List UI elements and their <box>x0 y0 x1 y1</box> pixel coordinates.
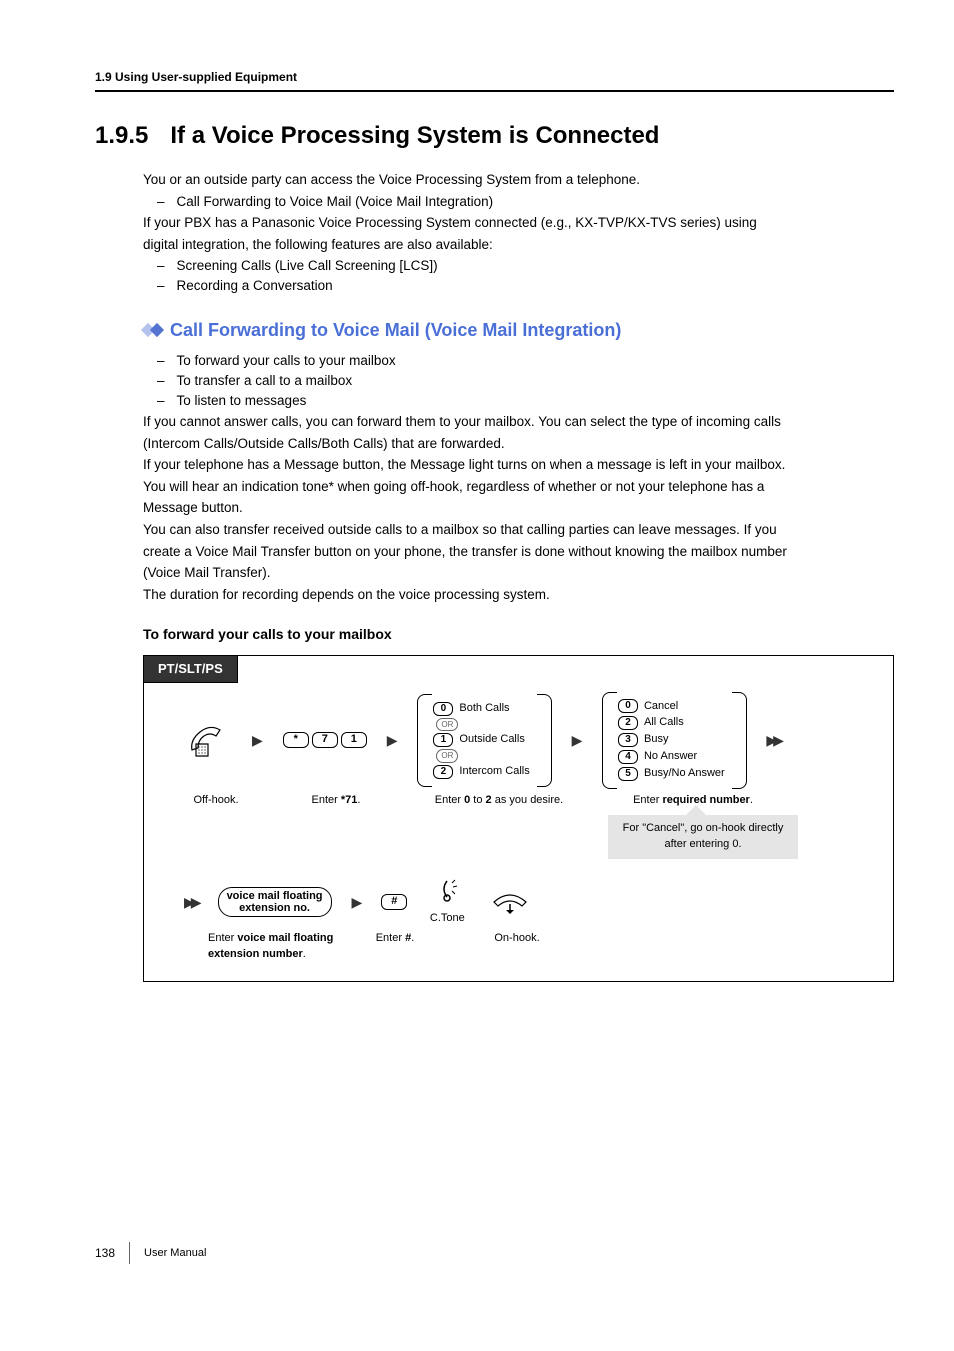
flow-diagram: PT/SLT/PS ▶ * 7 1 ▶ <box>143 655 894 982</box>
arrow-continue-icon: ▶▶ <box>180 892 202 912</box>
page-number: 138 <box>95 1246 115 1260</box>
option-group-fwd-type: 0 Cancel 2 All Calls 3 Busy 4 No Answer 5 Bus… <box>608 692 741 790</box>
key-2: 2 <box>433 765 453 779</box>
arrow-icon: ▶ <box>248 730 267 750</box>
step-caption: Enter *71. <box>282 793 390 859</box>
ctone-icon <box>433 877 461 905</box>
key-hash: # <box>381 894 407 910</box>
section-heading: If a Voice Processing System is Connecte… <box>170 122 659 150</box>
subsection-list-item: To transfer a call to a mailbox <box>143 371 894 391</box>
step-caption: Enter 0 to 2 as you desire. <box>420 793 578 859</box>
option-label: Outside Calls <box>459 732 524 748</box>
key-2: 2 <box>618 716 638 730</box>
vm-extension-input: voice mail floatingextension no. <box>218 887 332 917</box>
phone-onhook-icon <box>490 890 530 914</box>
footer-divider <box>129 1242 130 1264</box>
ctone-label: C.Tone <box>430 911 465 927</box>
arrow-icon: ▶ <box>568 730 587 750</box>
key-0: 0 <box>618 699 638 713</box>
subsection-list-item: To listen to messages <box>143 391 894 411</box>
subsection-list-item: To forward your calls to your mailbox <box>143 351 894 371</box>
key-5: 5 <box>618 767 638 781</box>
key-3: 3 <box>618 733 638 747</box>
intro-bullet: Call Forwarding to Voice Mail (Voice Mai… <box>143 192 894 212</box>
option-group-call-type: 0 Both Calls OR 1 Outside Calls OR 2 Interc… <box>423 694 545 787</box>
paragraph-line: (Voice Mail Transfer). <box>143 563 894 583</box>
page-header-section: 1.9 Using User-supplied Equipment <box>95 70 894 92</box>
diagram-tab: PT/SLT/PS <box>143 655 238 684</box>
step-caption: On-hook. <box>482 931 552 963</box>
paragraph-line: The duration for recording depends on th… <box>143 585 894 605</box>
option-label: Busy/No Answer <box>644 766 725 782</box>
procedure-title: To forward your calls to your mailbox <box>143 624 894 644</box>
paragraph-line: You will hear an indication tone* when g… <box>143 477 894 497</box>
step-caption: Enter #. <box>366 931 424 963</box>
option-label: Both Calls <box>459 701 509 717</box>
key-0: 0 <box>433 702 453 716</box>
intro-line: digital integration, the following featu… <box>143 235 894 255</box>
or-separator: OR <box>436 749 458 763</box>
intro-line: If your PBX has a Panasonic Voice Proces… <box>143 213 894 233</box>
page-footer: 138 User Manual <box>95 1242 894 1264</box>
step-caption: Enter voice mail floatingextension numbe… <box>208 931 358 963</box>
key-star: * <box>283 732 309 748</box>
paragraph-line: Message button. <box>143 498 894 518</box>
option-label: No Answer <box>644 749 697 765</box>
or-separator: OR <box>436 718 458 732</box>
arrow-continue-icon: ▶▶ <box>762 730 784 750</box>
note-callout: For "Cancel", go on-hook directly after … <box>608 815 798 859</box>
paragraph-line: (Intercom Calls/Outside Calls/Both Calls… <box>143 434 894 454</box>
arrow-icon: ▶ <box>348 892 367 912</box>
phone-offhook-icon <box>186 720 234 760</box>
subsection-heading: Call Forwarding to Voice Mail (Voice Mai… <box>143 317 894 343</box>
step-caption: Enter required number. For "Cancel", go … <box>608 793 778 859</box>
paragraph-line: You can also transfer received outside c… <box>143 520 894 540</box>
footer-label: User Manual <box>144 1247 206 1259</box>
option-label: Intercom Calls <box>459 764 529 780</box>
section-number: 1.9.5 <box>95 122 148 150</box>
paragraph-line: create a Voice Mail Transfer button on y… <box>143 542 894 562</box>
option-label: Cancel <box>644 699 678 715</box>
paragraph-line: If you cannot answer calls, you can forw… <box>143 412 894 432</box>
subsection-title: Call Forwarding to Voice Mail (Voice Mai… <box>170 317 621 343</box>
step-caption: Off-hook. <box>180 793 252 859</box>
diamond-icon <box>143 325 162 335</box>
option-label: Busy <box>644 732 668 748</box>
intro-line: You or an outside party can access the V… <box>143 170 894 190</box>
intro-bullet: Recording a Conversation <box>143 276 894 296</box>
paragraph-line: If your telephone has a Message button, … <box>143 455 894 475</box>
section-title: 1.9.5 If a Voice Processing System is Co… <box>95 122 894 150</box>
key-1: 1 <box>433 733 453 747</box>
key-7: 7 <box>312 732 338 748</box>
option-label: All Calls <box>644 715 684 731</box>
key-sequence: * 7 1 <box>283 732 367 748</box>
key-4: 4 <box>618 750 638 764</box>
intro-bullet: Screening Calls (Live Call Screening [LC… <box>143 256 894 276</box>
key-1: 1 <box>341 732 367 748</box>
arrow-icon: ▶ <box>383 730 402 750</box>
